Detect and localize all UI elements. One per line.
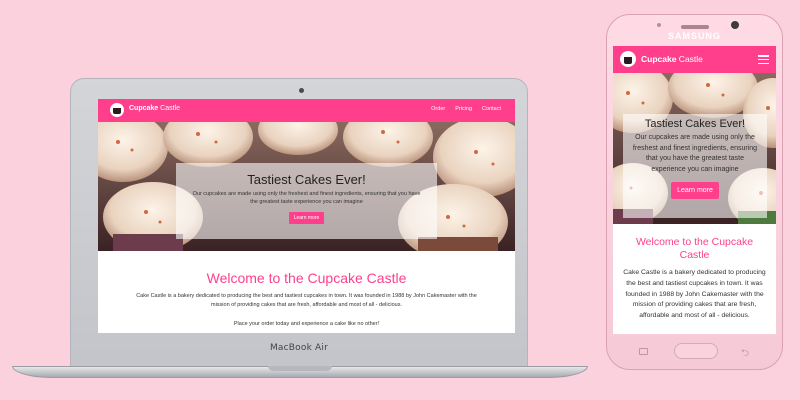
welcome-heading: Welcome to the Cupcake Castle — [206, 270, 407, 286]
about-text: Cake Castle is a bakery dedicated to pro… — [136, 293, 477, 308]
hamburger-menu-icon[interactable] — [758, 55, 769, 65]
brand-name[interactable]: Cupcake Castle — [641, 54, 703, 64]
laptop-screen: Cupcake Castle Order Pricing Contact Tas… — [98, 99, 515, 333]
sensor-icon — [657, 23, 661, 27]
about-text: Cake Castle is a bakery dedicated to pro… — [623, 269, 766, 320]
navbar: Cupcake Castle — [613, 46, 776, 73]
phone-brand-label: SAMSUNG — [667, 31, 721, 41]
cupcake-logo-icon[interactable] — [620, 51, 636, 67]
hero-card: Tastiest Cakes Ever! Our cupcakes are ma… — [176, 163, 437, 239]
nav-link-pricing[interactable]: Pricing — [455, 106, 472, 112]
phone-screen: Cupcake Castle Tastiest Cakes Ever! Our … — [613, 46, 776, 334]
learn-more-button[interactable]: Learn more — [671, 182, 719, 199]
speaker-icon — [681, 25, 709, 29]
hero-image: Tastiest Cakes Ever! Our cupcakes are ma… — [613, 73, 776, 224]
camera-icon — [299, 88, 304, 93]
nav-links: Order Pricing Contact — [431, 106, 501, 112]
recent-apps-icon[interactable] — [639, 348, 648, 355]
nav-link-contact[interactable]: Contact — [482, 106, 501, 112]
cupcake-logo-icon[interactable] — [110, 103, 124, 117]
nav-link-order[interactable]: Order — [431, 106, 445, 112]
brand-name[interactable]: Cupcake Castle — [129, 105, 180, 112]
learn-more-button[interactable]: Learn more — [288, 212, 325, 224]
camera-icon — [731, 21, 739, 29]
hero-title: Tastiest Cakes Ever! — [644, 118, 746, 130]
hero-text: Our cupcakes are made using only the fre… — [632, 134, 758, 173]
laptop-model-label: MacBook Air — [269, 343, 329, 353]
back-icon[interactable]: ⮌ — [741, 346, 749, 363]
order-text: Place your order today and experience a … — [233, 321, 380, 327]
navbar: Cupcake Castle Order Pricing Contact — [98, 99, 515, 122]
hero-image: Tastiest Cakes Ever! Our cupcakes are ma… — [98, 122, 515, 251]
laptop-notch — [268, 366, 332, 371]
hero-title: Tastiest Cakes Ever! — [247, 172, 366, 187]
home-button[interactable] — [674, 343, 718, 359]
hero-text: Our cupcakes are made using only the fre… — [192, 191, 421, 205]
welcome-heading: Welcome to the Cupcake Castle — [635, 236, 754, 261]
hero-card: Tastiest Cakes Ever! Our cupcakes are ma… — [623, 114, 767, 218]
